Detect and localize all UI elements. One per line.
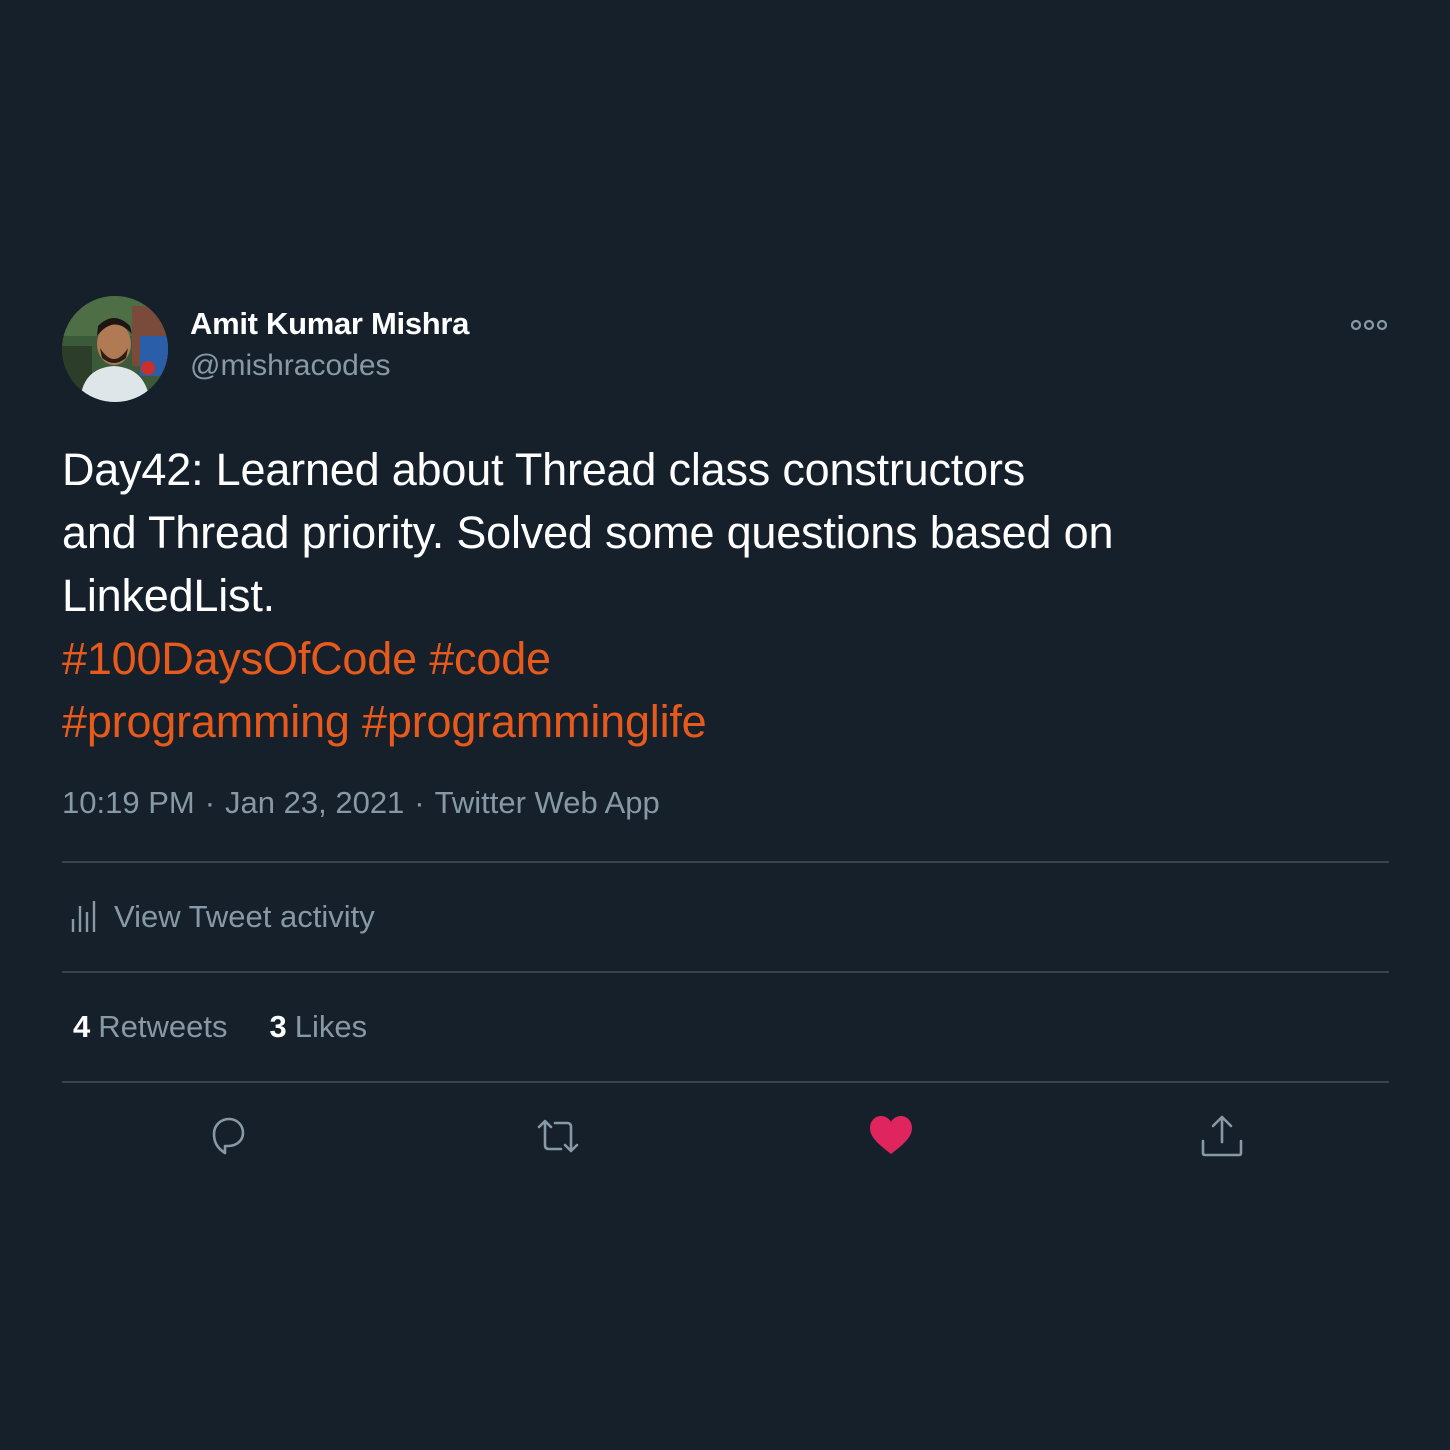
hashtag-link[interactable]: #100DaysOfCode bbox=[62, 633, 417, 684]
author-name[interactable]: Amit Kumar Mishra bbox=[190, 306, 469, 342]
retweets-label: Retweets bbox=[98, 1009, 228, 1044]
retweet-icon[interactable] bbox=[535, 1113, 581, 1159]
like-icon[interactable] bbox=[868, 1113, 914, 1159]
likes-label: Likes bbox=[294, 1009, 368, 1044]
tweet-text-line: Day42: Learned about Thread class constr… bbox=[62, 444, 1026, 495]
hashtag-line: #programming #programminglife bbox=[62, 690, 1389, 753]
tweet-date[interactable]: Jan 23, 2021 bbox=[225, 785, 404, 820]
tweet-header: Amit Kumar Mishra @mishracodes bbox=[62, 296, 1389, 404]
tweet-time[interactable]: 10:19 PM bbox=[62, 785, 195, 820]
bar-chart-icon bbox=[71, 901, 96, 932]
tweet-text-line: and Thread priority. Solved some questio… bbox=[62, 507, 1114, 558]
tweet-text: Day42: Learned about Thread class constr… bbox=[62, 438, 1389, 753]
avatar[interactable] bbox=[62, 296, 168, 402]
reply-icon[interactable] bbox=[205, 1113, 251, 1159]
view-activity-label: View Tweet activity bbox=[114, 899, 375, 934]
hashtag-link[interactable]: #programming bbox=[62, 696, 350, 747]
meta-separator: · bbox=[414, 785, 425, 820]
more-options-icon[interactable] bbox=[1351, 318, 1387, 332]
view-activity-button[interactable]: View Tweet activity bbox=[62, 863, 1389, 971]
retweets-count: 4 bbox=[73, 1009, 91, 1044]
likes-stat[interactable]: 3 Likes bbox=[269, 1009, 367, 1045]
tweet-card: Amit Kumar Mishra @mishracodes Day42: Le… bbox=[62, 296, 1389, 1193]
likes-count: 3 bbox=[269, 1009, 287, 1044]
tweet-text-line: LinkedList. bbox=[62, 570, 275, 621]
hashtag-link[interactable]: #code bbox=[429, 633, 551, 684]
meta-separator: · bbox=[204, 785, 216, 820]
tweet-actions bbox=[62, 1083, 1389, 1193]
author-handle[interactable]: @mishracodes bbox=[190, 349, 391, 383]
tweet-meta: 10:19 PM · Jan 23, 2021 · Twitter Web App bbox=[62, 777, 1389, 829]
hashtag-line: #100DaysOfCode #code bbox=[62, 627, 1389, 690]
tweet-source[interactable]: Twitter Web App bbox=[435, 785, 660, 820]
hashtag-link[interactable]: #programminglife bbox=[362, 696, 707, 747]
avatar-image bbox=[62, 296, 168, 402]
tweet-stats: 4 Retweets 3 Likes bbox=[62, 973, 1389, 1081]
retweets-stat[interactable]: 4 Retweets bbox=[73, 1009, 227, 1045]
share-icon[interactable] bbox=[1199, 1113, 1245, 1159]
